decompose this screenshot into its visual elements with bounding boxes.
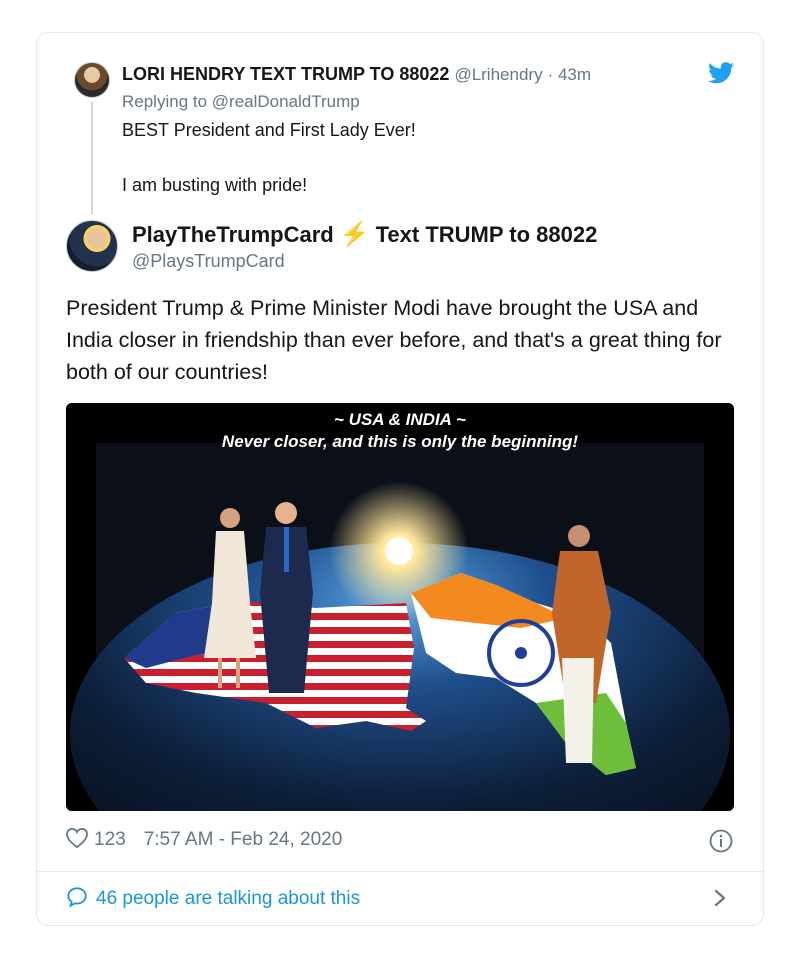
info-icon[interactable] (709, 829, 733, 853)
footer-divider (37, 871, 763, 872)
thread-connector-line (91, 102, 93, 214)
reply-author-name[interactable]: LORI HENDRY TEXT TRUMP TO 88022 (122, 64, 449, 84)
chevron-right-icon[interactable] (712, 888, 728, 908)
reply-timestamp[interactable]: · 43m (548, 65, 591, 84)
replying-to-label[interactable]: Replying to @realDonaldTrump (122, 92, 360, 112)
twitter-bird-icon[interactable] (708, 62, 734, 84)
usa-india-poster (66, 403, 734, 811)
poster-caption-line-2: Never closer, and this is only the begin… (221, 432, 579, 451)
reply-text-line-2: I am busting with pride! (122, 175, 308, 195)
tweet-timestamp[interactable]: 7:57 AM - Feb 24, 2020 (144, 829, 343, 850)
poster-caption-line-1: ~ USA & INDIA ~ (334, 410, 466, 429)
figure-center (260, 502, 313, 693)
tweet-author-handle[interactable]: @PlaysTrumpCard (132, 251, 285, 272)
like-count[interactable]: 123 (94, 829, 126, 850)
reply-author-handle[interactable]: @Lrihendry (454, 65, 542, 84)
talking-about-link[interactable]: 46 people are talking about this (66, 886, 360, 910)
tweet-footer: 123 7:57 AM - Feb 24, 2020 (66, 828, 342, 851)
tweet-text: President Trump & Prime Minister Modi ha… (66, 296, 722, 384)
reply-text-line-1: BEST President and First Lady Ever! (122, 120, 416, 140)
reply-header: LORI HENDRY TEXT TRUMP TO 88022 @Lrihend… (122, 64, 591, 85)
talking-about-text: 46 people are talking about this (96, 888, 361, 909)
tweet-author-avatar[interactable] (66, 220, 118, 272)
tweet-author-name[interactable]: PlayTheTrumpCard ⚡ Text TRUMP to 88022 (132, 220, 597, 249)
tweet-author-name-part2: Text TRUMP to 88022 (375, 222, 598, 247)
tweet-author-name-part1: PlayTheTrumpCard (132, 222, 334, 247)
tweet-image[interactable]: ~ USA & INDIA ~ Never closer, and this i… (66, 403, 734, 811)
speech-bubble-icon (67, 887, 87, 908)
reply-author-avatar[interactable] (74, 62, 110, 98)
heart-icon[interactable] (66, 828, 88, 848)
lightning-bolt-icon: ⚡ (339, 221, 370, 248)
